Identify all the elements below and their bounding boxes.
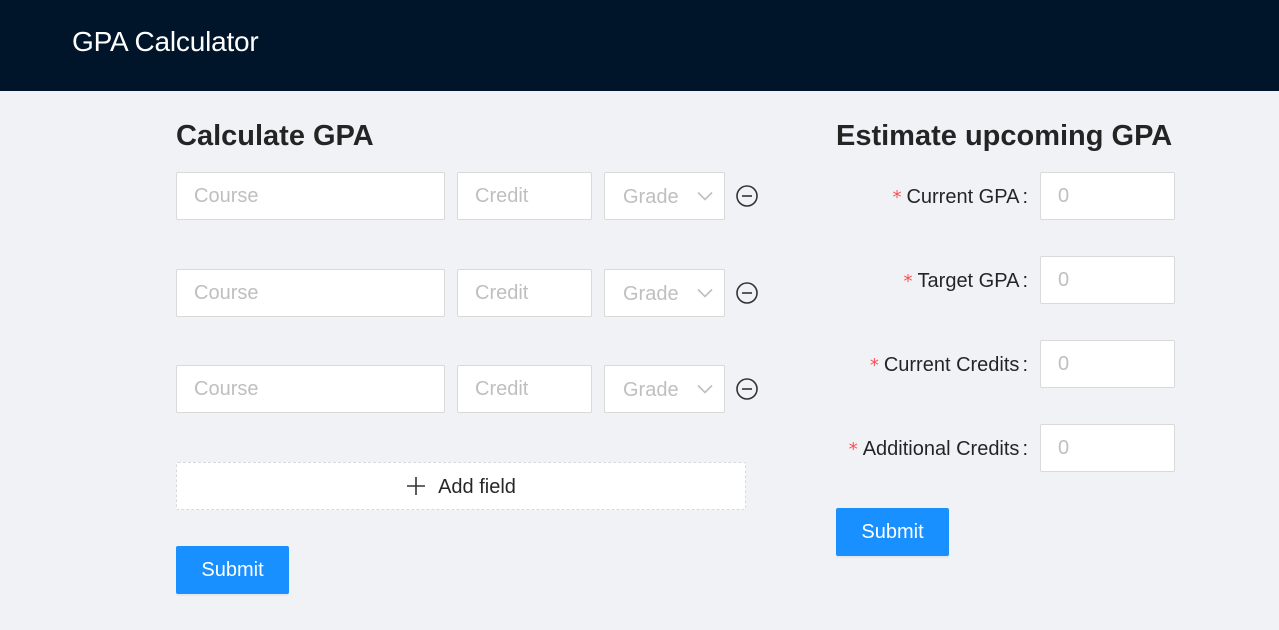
course-input[interactable] [176, 172, 445, 220]
current-credits-input[interactable] [1040, 340, 1175, 388]
credit-input[interactable] [457, 172, 592, 220]
required-mark: * [869, 355, 879, 376]
additional-credits-label: * Additional Credits: [848, 438, 1028, 460]
current-gpa-input[interactable] [1040, 172, 1175, 220]
calculate-gpa-title: Calculate GPA [176, 120, 374, 152]
estimate-submit-button[interactable]: Submit [836, 508, 949, 556]
additional-credits-label-text: Additional Credits [862, 438, 1020, 460]
app-title: GPA Calculator [72, 26, 259, 57]
calculate-submit-button[interactable]: Submit [176, 546, 289, 594]
course-input[interactable] [176, 269, 445, 317]
required-mark: * [903, 271, 913, 292]
course-input[interactable] [176, 365, 445, 413]
plus-icon [407, 477, 426, 495]
add-field-button[interactable]: Add field [176, 462, 746, 510]
additional-credits-input[interactable] [1040, 424, 1175, 472]
credit-input[interactable] [457, 269, 592, 317]
minus-circle-icon[interactable] [735, 184, 759, 208]
required-mark: * [892, 187, 902, 208]
chevron-down-icon [697, 191, 713, 201]
current-credits-label: * Current Credits: [869, 354, 1028, 376]
add-field-content: Add field [177, 475, 745, 499]
minus-circle-icon[interactable] [735, 281, 759, 305]
chevron-down-icon [697, 288, 713, 298]
current-gpa-label-text: Current GPA [906, 186, 1020, 208]
grade-select-placeholder: Grade [623, 186, 679, 208]
minus-circle-icon[interactable] [735, 377, 759, 401]
add-field-label: Add field [438, 476, 516, 498]
grade-select[interactable]: Grade [604, 172, 725, 220]
grade-select[interactable]: Grade [604, 365, 725, 413]
grade-select-placeholder: Grade [623, 283, 679, 305]
credit-input[interactable] [457, 365, 592, 413]
chevron-down-icon [697, 384, 713, 394]
app-header: GPA Calculator [0, 0, 1279, 91]
target-gpa-label: * Target GPA: [903, 270, 1028, 292]
current-gpa-label: * Current GPA: [892, 186, 1028, 208]
current-credits-label-text: Current Credits [883, 354, 1020, 376]
grade-select[interactable]: Grade [604, 269, 725, 317]
target-gpa-input[interactable] [1040, 256, 1175, 304]
required-mark: * [848, 439, 858, 460]
target-gpa-label-text: Target GPA [917, 270, 1020, 292]
estimate-gpa-title: Estimate upcoming GPA [836, 120, 1173, 152]
grade-select-placeholder: Grade [623, 379, 679, 401]
